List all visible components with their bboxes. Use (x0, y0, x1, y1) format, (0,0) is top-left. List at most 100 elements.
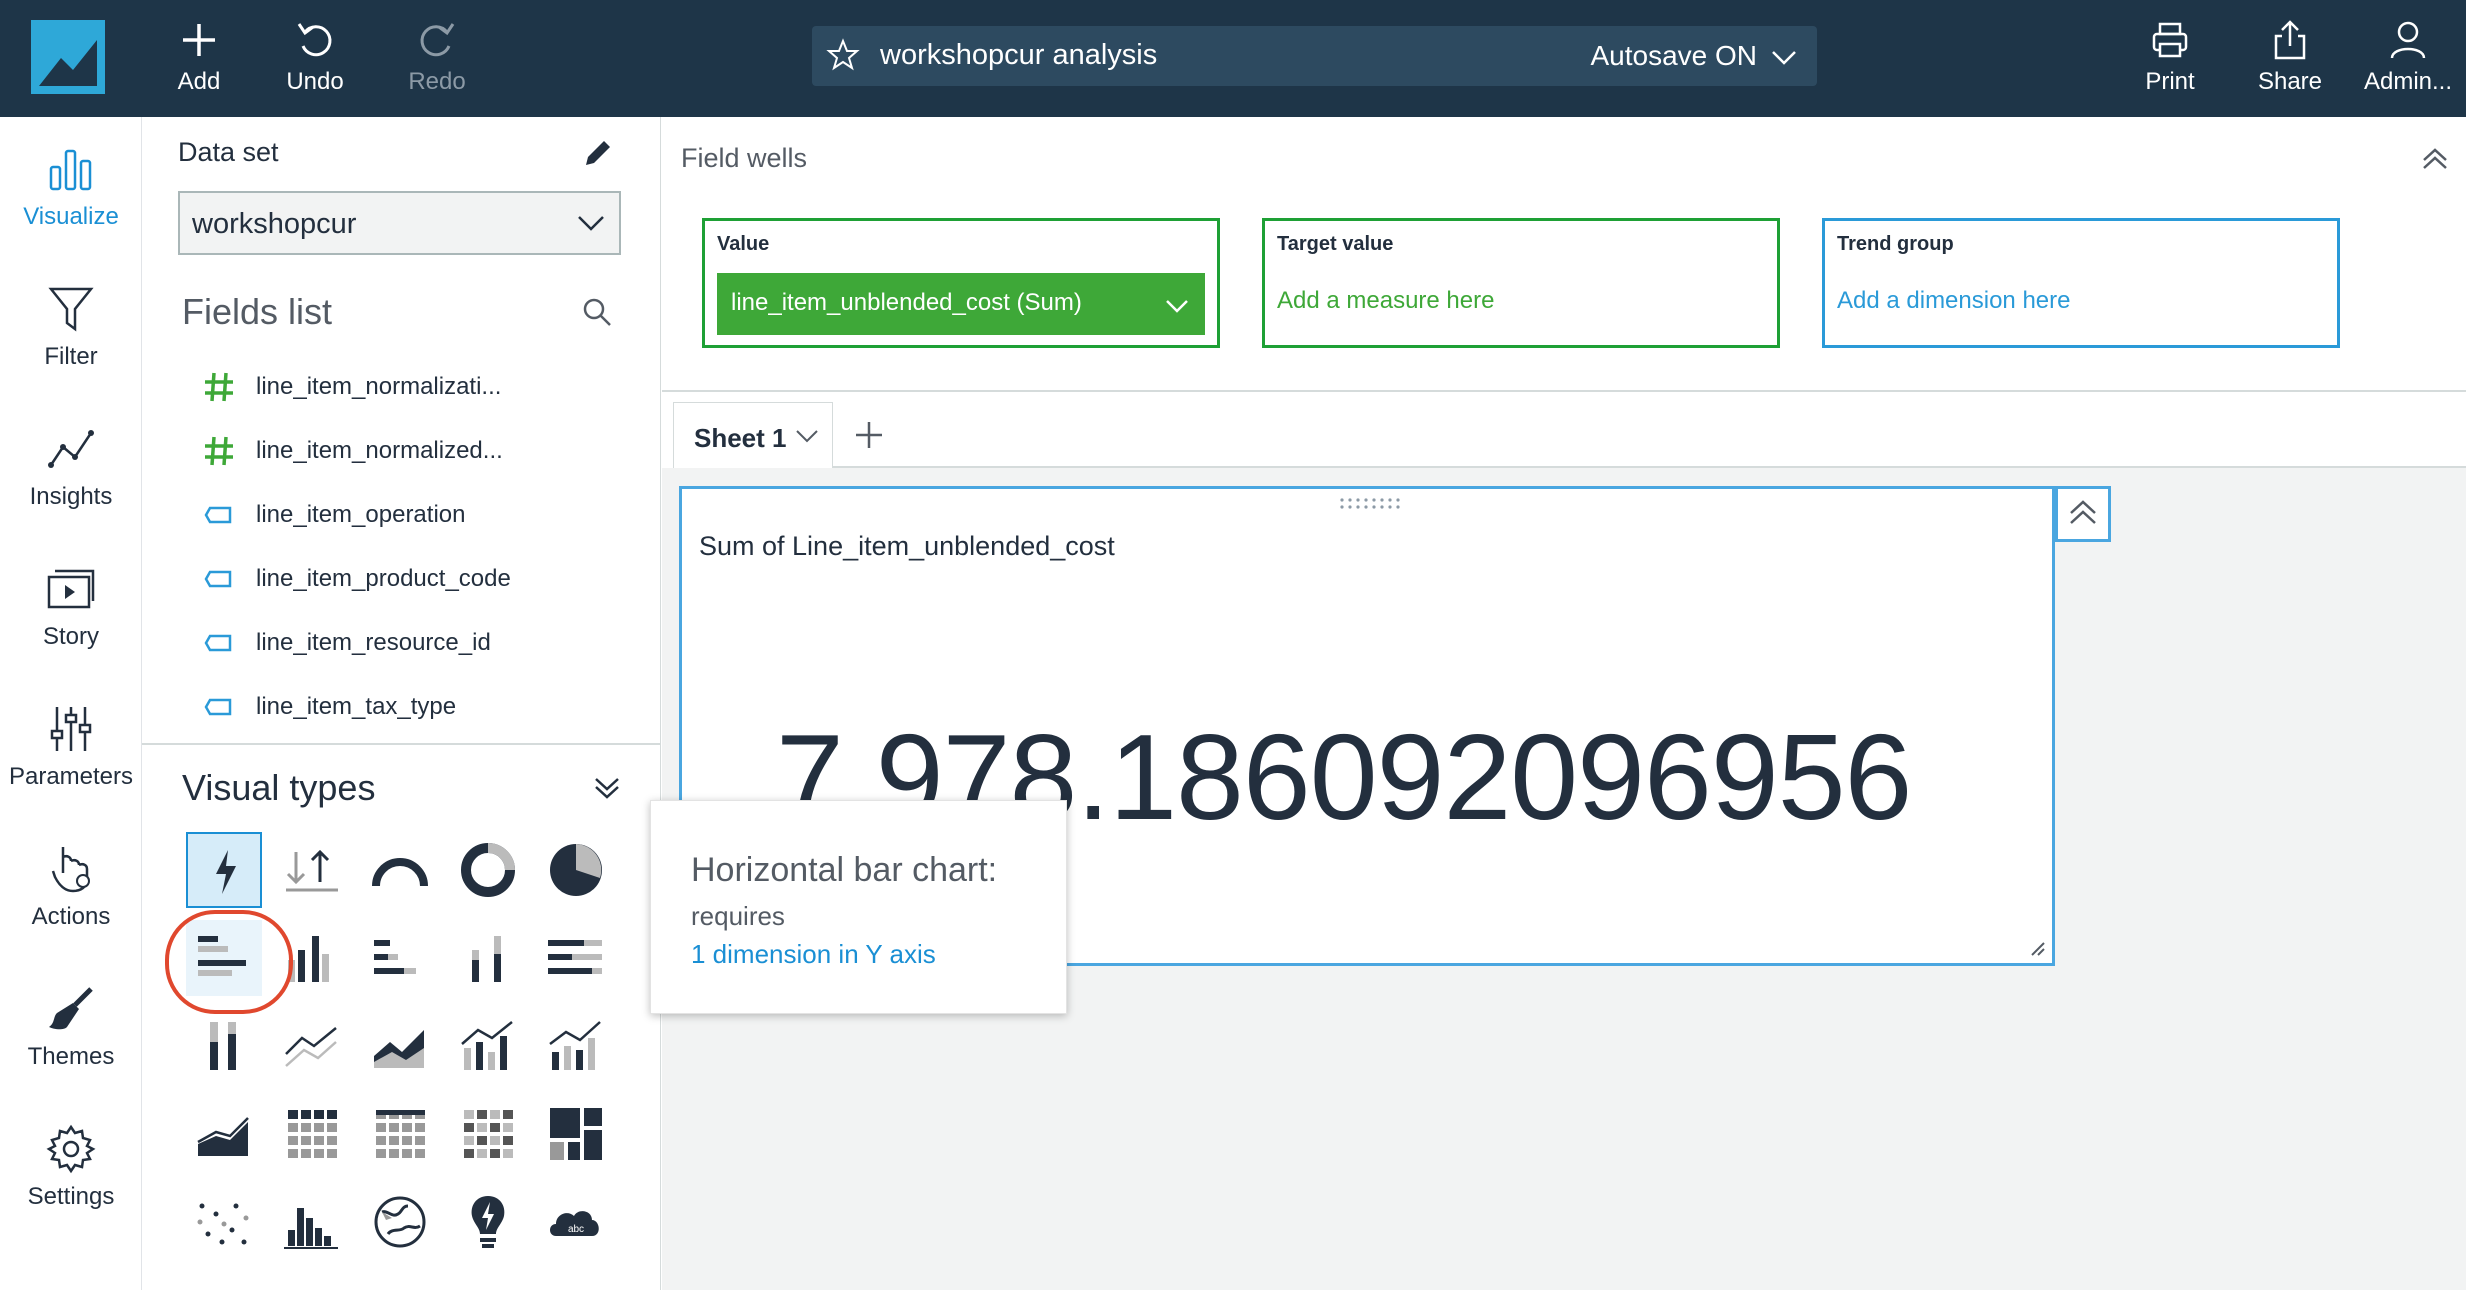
nav-filter[interactable]: Filter (0, 283, 142, 403)
stacked-column-visual-icon[interactable] (450, 920, 526, 996)
share-icon (2274, 20, 2306, 60)
scatter-plot-visual-icon[interactable] (186, 1184, 262, 1260)
dataset-selected: workshopcur (192, 208, 357, 240)
add-button[interactable]: Add (144, 14, 254, 104)
drag-handle-icon[interactable] (1338, 497, 1402, 511)
nav-parameters[interactable]: Parameters (0, 703, 142, 823)
combo-bar-line-visual-icon[interactable] (450, 1008, 526, 1084)
analysis-title-bar[interactable]: workshopcur analysis Autosave ON (812, 26, 1817, 86)
pivot-table-visual-icon[interactable] (274, 1096, 350, 1172)
field-item[interactable]: line_item_tax_type (202, 682, 622, 732)
bar-chart-icon (49, 149, 92, 191)
print-button[interactable]: Print (2115, 14, 2225, 104)
nav-insights[interactable]: Insights (0, 423, 142, 543)
visual-menu-toggle[interactable] (2055, 486, 2111, 542)
insight-lightbulb-visual-icon[interactable] (450, 1184, 526, 1260)
value-field-pill[interactable]: line_item_unblended_cost (Sum) (717, 273, 1205, 335)
field-name: line_item_operation (256, 501, 466, 528)
table-visual-icon[interactable] (362, 1096, 438, 1172)
donut-visual-icon[interactable] (450, 832, 526, 908)
double-chevron-up-icon (2070, 500, 2096, 524)
nav-actions[interactable]: Actions (0, 843, 142, 963)
pencil-icon[interactable] (580, 137, 614, 171)
geospatial-map-visual-icon[interactable] (362, 1184, 438, 1260)
admin-button[interactable]: Admin... (2350, 14, 2466, 104)
actions-icon (51, 847, 90, 893)
user-icon (2390, 21, 2426, 59)
print-label: Print (2145, 68, 2195, 95)
redo-button[interactable]: Redo (382, 14, 492, 104)
svg-text:abc: abc (568, 1224, 584, 1235)
autosave-toggle[interactable]: Autosave ON (1590, 40, 1757, 72)
combo-stacked-line-visual-icon[interactable] (538, 1008, 614, 1084)
nav-themes-label: Themes (27, 1043, 115, 1070)
sheet-tab-label: Sheet 1 (694, 423, 787, 453)
word-cloud-visual-icon[interactable]: abc (538, 1184, 614, 1260)
pie-visual-icon[interactable] (538, 832, 614, 908)
nav-visualize[interactable]: Visualize (0, 143, 142, 263)
star-icon[interactable] (826, 38, 860, 72)
stacked-area-visual-icon[interactable] (186, 1096, 262, 1172)
nav-story[interactable]: Story (0, 563, 142, 683)
field-item[interactable]: line_item_product_code (202, 554, 622, 604)
double-chevron-down-icon[interactable] (590, 771, 624, 805)
trend-group-well[interactable]: Trend group Add a dimension here (1822, 218, 2340, 348)
insights-icon (48, 430, 94, 468)
line-visual-icon[interactable] (274, 1008, 350, 1084)
target-well-placeholder: Add a measure here (1277, 287, 1495, 314)
undo-label: Undo (286, 68, 344, 95)
percent-column-visual-icon[interactable] (186, 1008, 262, 1084)
chevron-down-icon[interactable] (794, 423, 820, 449)
nav-insights-label: Insights (29, 483, 113, 510)
redo-label: Redo (408, 68, 466, 95)
target-value-well[interactable]: Target value Add a measure here (1262, 218, 1780, 348)
field-name: line_item_tax_type (256, 693, 457, 720)
visual-types-title: Visual types (182, 767, 376, 808)
undo-icon (297, 23, 332, 57)
target-well-label: Target value (1277, 233, 1394, 255)
nav-visualize-label: Visualize (23, 203, 119, 230)
chevron-down-icon[interactable] (1163, 291, 1191, 319)
field-item[interactable]: line_item_resource_id (202, 618, 622, 668)
data-panel: Data set workshopcur Fields list line_it… (142, 117, 661, 1290)
field-item[interactable]: line_item_normalizati... (202, 362, 622, 412)
field-item[interactable]: line_item_normalized... (202, 426, 622, 476)
nav-parameters-label: Parameters (8, 763, 134, 790)
share-button[interactable]: Share (2235, 14, 2345, 104)
plus-icon (183, 24, 215, 56)
field-item[interactable]: line_item_operation (202, 490, 622, 540)
value-well[interactable]: Value line_item_unblended_cost (Sum) (702, 218, 1220, 348)
field-name: line_item_resource_id (256, 629, 491, 656)
search-icon[interactable] (580, 295, 614, 329)
filter-icon (48, 287, 94, 332)
stacked-bar-visual-icon[interactable] (362, 920, 438, 996)
percent-bar-visual-icon[interactable] (538, 920, 614, 996)
histogram-visual-icon[interactable] (274, 1184, 350, 1260)
value-well-label: Value (717, 233, 770, 255)
kpi-visual-icon[interactable] (186, 832, 262, 908)
quicksight-logo-icon[interactable] (31, 20, 105, 94)
resize-handle-icon[interactable] (2026, 937, 2046, 957)
heat-map-visual-icon[interactable] (450, 1096, 526, 1172)
visual-title[interactable]: Sum of Line_item_unblended_cost (699, 531, 1115, 562)
chevron-down-icon[interactable] (1769, 42, 1799, 72)
gauge-visual-icon[interactable] (362, 832, 438, 908)
tree-map-visual-icon[interactable] (538, 1096, 614, 1172)
add-sheet-plus-icon[interactable] (852, 418, 886, 452)
analysis-title[interactable]: workshopcur analysis (880, 39, 1157, 72)
highlight-circle (165, 910, 293, 1014)
gear-icon (46, 1124, 96, 1174)
dimension-tag-icon (204, 698, 232, 716)
nav-settings[interactable]: Settings (0, 1123, 142, 1243)
share-label: Share (2257, 68, 2323, 95)
sort-arrows-visual-icon[interactable] (274, 832, 350, 908)
tab-sheet-1[interactable]: Sheet 1 (673, 402, 833, 468)
top-bar: Add Undo Redo workshopcur analysis Autos… (0, 0, 2466, 117)
measure-hash-icon (205, 372, 233, 402)
divider (662, 390, 2466, 392)
dataset-select[interactable]: workshopcur (178, 191, 621, 255)
undo-button[interactable]: Undo (260, 14, 370, 104)
nav-themes[interactable]: Themes (0, 983, 142, 1103)
double-chevron-up-icon[interactable] (2418, 142, 2452, 176)
area-visual-icon[interactable] (362, 1008, 438, 1084)
